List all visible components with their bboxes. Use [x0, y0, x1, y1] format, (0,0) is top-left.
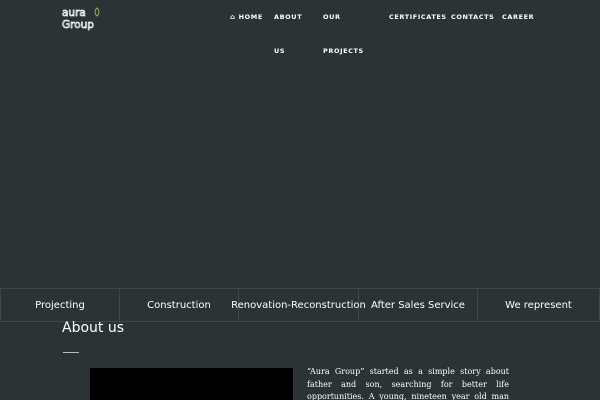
service-after-sales[interactable]: After Sales Service — [359, 289, 478, 321]
home-icon: ⌂ — [230, 13, 236, 21]
services-bar: Projecting Construction Renovation-Recon… — [0, 288, 600, 322]
logo-line1: aura — [62, 7, 86, 19]
service-label: We represent — [505, 299, 572, 311]
about-divider — [63, 352, 79, 353]
nav-certificates[interactable]: CERTIFICATES — [389, 0, 447, 34]
nav-home-label: HOME — [238, 13, 263, 21]
nav-projects-label: OUR PROJECTS — [323, 13, 364, 55]
page: aura Group ⌂ HOME ABOUT US OUR PROJECTS C… — [0, 0, 600, 400]
nav-projects[interactable]: OUR PROJECTS — [323, 0, 373, 68]
service-we-represent[interactable]: We represent — [478, 289, 600, 321]
service-label: Construction — [147, 299, 211, 311]
nav-certificates-label: CERTIFICATES — [389, 13, 447, 21]
service-construction[interactable]: Construction — [120, 289, 239, 321]
nav-about[interactable]: ABOUT US — [274, 0, 304, 68]
logo-leaf — [94, 7, 100, 17]
logo-line2: Group — [62, 19, 94, 31]
service-projecting[interactable]: Projecting — [0, 289, 120, 321]
aura-group-logo[interactable]: aura Group — [61, 5, 103, 31]
service-renovation-reconstruction[interactable]: Renovation-Reconstruction — [231, 289, 366, 321]
about-title: About us — [62, 320, 125, 336]
nav-contacts-label: CONTACTS — [451, 13, 495, 21]
about-text: “Aura Group” started as a simple story a… — [307, 367, 509, 400]
service-label: Projecting — [35, 299, 85, 311]
nav-career-label: CAREER — [502, 13, 535, 21]
service-label: Renovation-Reconstruction — [231, 299, 366, 311]
service-label: After Sales Service — [371, 299, 465, 311]
nav-career[interactable]: CAREER — [502, 0, 534, 34]
nav-home[interactable]: ⌂ HOME — [230, 0, 263, 34]
nav-about-label: ABOUT US — [274, 13, 303, 55]
nav-contacts[interactable]: CONTACTS — [451, 0, 494, 34]
about-video[interactable] — [90, 368, 293, 400]
